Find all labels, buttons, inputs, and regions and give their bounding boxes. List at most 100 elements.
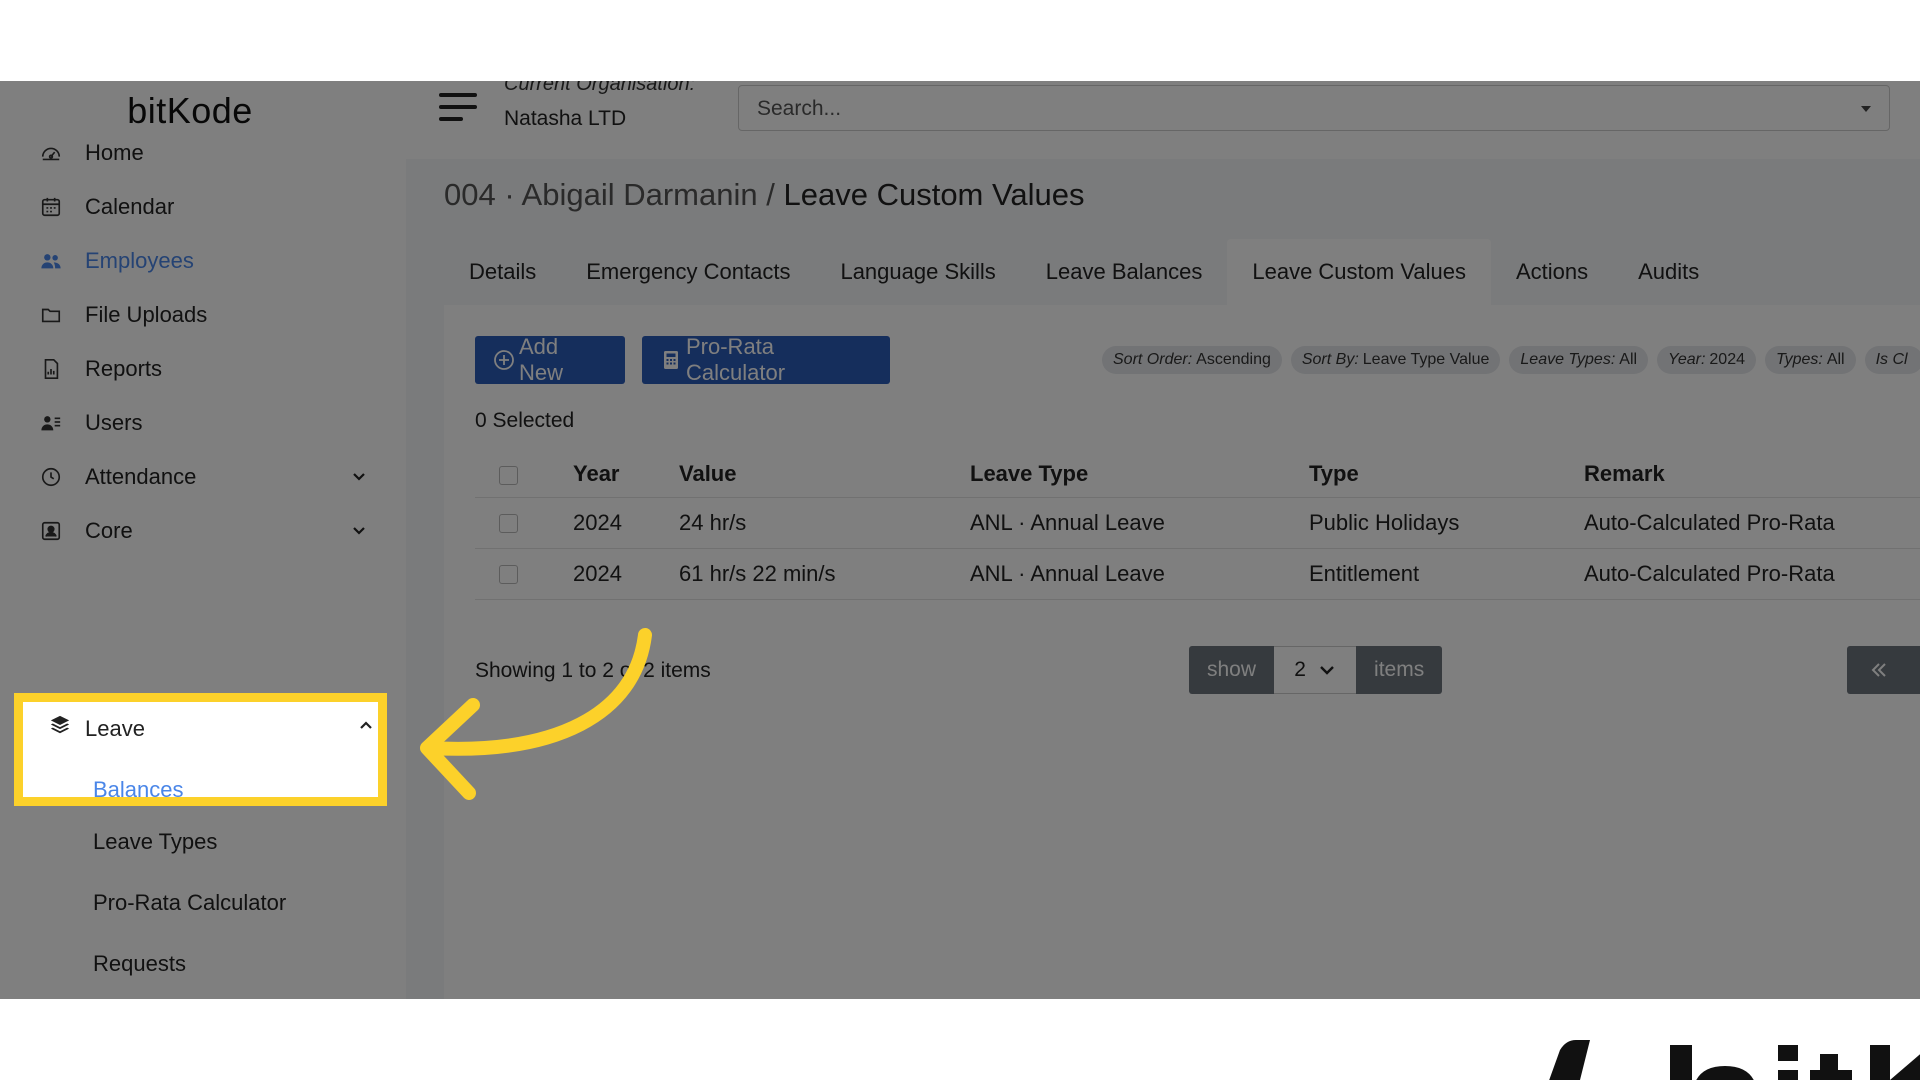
cell-year: 2024 xyxy=(573,510,622,535)
row-checkbox[interactable] xyxy=(499,514,518,533)
filter-chip-is-cl[interactable]: Is Cl xyxy=(1864,346,1920,374)
filter-chip-leave-types[interactable]: Leave Types: All xyxy=(1509,346,1649,374)
sidebar-item-label: Users xyxy=(85,410,143,435)
sidebar-item-core[interactable]: Core xyxy=(0,504,380,558)
double-chevron-left-icon xyxy=(1871,663,1886,677)
calendar-icon xyxy=(39,195,63,219)
row-checkbox[interactable] xyxy=(499,565,518,584)
tutorial-frame: bitKode Home Calendar Employees File Upl… xyxy=(0,0,1920,1080)
cell-year: 2024 xyxy=(573,561,622,586)
cell-leave-type: ANL · Annual Leave xyxy=(970,561,1165,586)
user-list-icon xyxy=(39,411,63,435)
sidebar-subitem-pro-rata-calculator[interactable]: Pro-Rata Calculator xyxy=(0,878,380,928)
brand-watermark xyxy=(1549,1040,1920,1080)
filter-chip-sort-by[interactable]: Sort By: Leave Type Value xyxy=(1290,346,1501,374)
tab-actions[interactable]: Actions xyxy=(1491,239,1613,305)
sidebar-item-label: Reports xyxy=(85,356,163,381)
chip-key: Year: xyxy=(1668,351,1706,368)
sidebar-item-attendance[interactable]: Attendance xyxy=(0,450,380,504)
chevron-down-icon[interactable] xyxy=(349,521,369,541)
cell-leave-type: ANL · Annual Leave xyxy=(970,510,1165,535)
breadcrumb-current: Leave Custom Values xyxy=(783,177,1085,212)
calculator-icon xyxy=(660,349,682,371)
tab-leave-custom-values[interactable]: Leave Custom Values xyxy=(1227,239,1491,305)
sidebar-item-label: Home xyxy=(85,140,144,165)
pro-rata-calculator-label: Pro-Rata Calculator xyxy=(686,334,786,385)
chip-key: Leave Types: xyxy=(1520,351,1616,368)
select-all-checkbox[interactable] xyxy=(499,466,518,485)
tab-language-skills[interactable]: Language Skills xyxy=(815,239,1020,305)
selected-count: 0 Selected xyxy=(475,409,575,432)
page-title: 004 · Abigail Darmanin / Leave Custom Va… xyxy=(444,177,1084,213)
chevron-up-icon[interactable] xyxy=(358,717,376,735)
sidebar-subitem-label: Requests xyxy=(93,951,186,976)
sidebar-item-calendar[interactable]: Calendar xyxy=(0,180,380,234)
sidebar-item-reports[interactable]: Reports xyxy=(0,342,380,396)
column-header-value[interactable]: Value xyxy=(679,450,736,497)
chip-key: Sort By: xyxy=(1301,351,1359,368)
breadcrumb-employee[interactable]: 004 · Abigail Darmanin xyxy=(444,177,758,212)
sidebar-subitem-balances[interactable]: Balances xyxy=(93,777,184,803)
sidebar-item-label: File Uploads xyxy=(85,302,208,327)
pro-rata-calculator-button[interactable]: Pro-Rata Calculator xyxy=(642,334,890,385)
page-size-value: 2 xyxy=(1294,658,1306,681)
filter-chip-types[interactable]: Types: All xyxy=(1765,346,1856,374)
pointer-arrow xyxy=(420,628,652,800)
tab-details[interactable]: Details xyxy=(444,239,561,305)
sidebar-item-label: Employees xyxy=(85,248,194,273)
chip-key: Sort Order: xyxy=(1113,351,1193,368)
breadcrumb-separator: / xyxy=(766,177,775,212)
filter-chip-year[interactable]: Year: 2024 xyxy=(1657,346,1756,374)
filter-chip-sort-order[interactable]: Sort Order: Ascending xyxy=(1102,346,1282,374)
chip-value: Ascending xyxy=(1196,351,1271,368)
tab-audits[interactable]: Audits xyxy=(1613,239,1724,305)
table-row[interactable]: 2024 61 hr/s 22 min/s ANL · Annual Leave… xyxy=(475,549,1920,600)
sidebar-item-employees[interactable]: Employees xyxy=(0,234,380,288)
column-header-year[interactable]: Year xyxy=(573,450,620,497)
hamburger-menu-icon[interactable] xyxy=(438,87,478,127)
sidebar-subitem-requests[interactable]: Requests xyxy=(0,939,380,989)
organisation-name[interactable]: Natasha LTD xyxy=(504,107,626,131)
tab-leave-balances[interactable]: Leave Balances xyxy=(1021,239,1228,305)
first-page-button[interactable] xyxy=(1847,646,1920,694)
add-new-button[interactable]: Add New xyxy=(475,334,625,385)
sidebar-item-users[interactable]: Users xyxy=(0,396,380,450)
tab-emergency-contacts[interactable]: Emergency Contacts xyxy=(561,239,815,305)
cell-type: Entitlement xyxy=(1309,561,1420,586)
cell-value: 24 hr/s xyxy=(679,510,747,535)
table-header-row: Year Value Leave Type Type Remark xyxy=(475,450,1920,498)
sidebar-subitem-label: Pro-Rata Calculator xyxy=(93,890,287,915)
leave-custom-values-table: Year Value Leave Type Type Remark 2024 2… xyxy=(475,450,1920,600)
items-label: items xyxy=(1356,646,1443,694)
chip-value: Leave Type Value xyxy=(1362,351,1490,368)
people-icon xyxy=(39,249,63,273)
sidebar: bitKode Home Calendar Employees File Upl… xyxy=(0,81,406,999)
sidebar-item-home[interactable]: Home xyxy=(0,126,380,180)
chip-value: 2024 xyxy=(1709,351,1745,368)
cell-remark: Auto-Calculated Pro-Rata xyxy=(1584,561,1835,586)
filter-chips: Sort Order: Ascending Sort By: Leave Type … xyxy=(1102,346,1920,374)
sidebar-item-file-uploads[interactable]: File Uploads xyxy=(0,288,380,342)
id-card-icon xyxy=(39,519,63,543)
column-header-type[interactable]: Type xyxy=(1309,450,1359,497)
table-row[interactable]: 2024 24 hr/s ANL · Annual Leave Public H… xyxy=(475,498,1920,549)
page-size-select[interactable]: 2 xyxy=(1274,646,1357,694)
chevron-down-icon[interactable] xyxy=(349,467,369,487)
column-header-leave-type[interactable]: Leave Type xyxy=(970,450,1088,497)
cell-remark: Auto-Calculated Pro-Rata xyxy=(1584,510,1835,535)
sidebar-item-leave[interactable]: Leave xyxy=(23,702,378,746)
top-bar: Current Organisation: Natasha LTD Search… xyxy=(406,81,1920,159)
sidebar-item-label: Core xyxy=(85,518,133,543)
layers-icon xyxy=(49,714,73,738)
add-new-label: Add New xyxy=(519,334,564,385)
caret-down-icon xyxy=(1859,102,1873,116)
report-icon xyxy=(39,357,63,381)
chip-value: All xyxy=(1826,351,1845,368)
sidebar-subitem-leave-types[interactable]: Leave Types xyxy=(0,817,380,867)
chip-value: All xyxy=(1619,351,1638,368)
tab-panel: Add New Pro-Rata Calculator Sort Order: A… xyxy=(444,305,1920,999)
search-select[interactable]: Search... xyxy=(738,85,1890,131)
chip-key: Is Cl xyxy=(1875,351,1908,368)
sidebar-item-label: Calendar xyxy=(85,194,175,219)
column-header-remark[interactable]: Remark xyxy=(1584,450,1665,497)
